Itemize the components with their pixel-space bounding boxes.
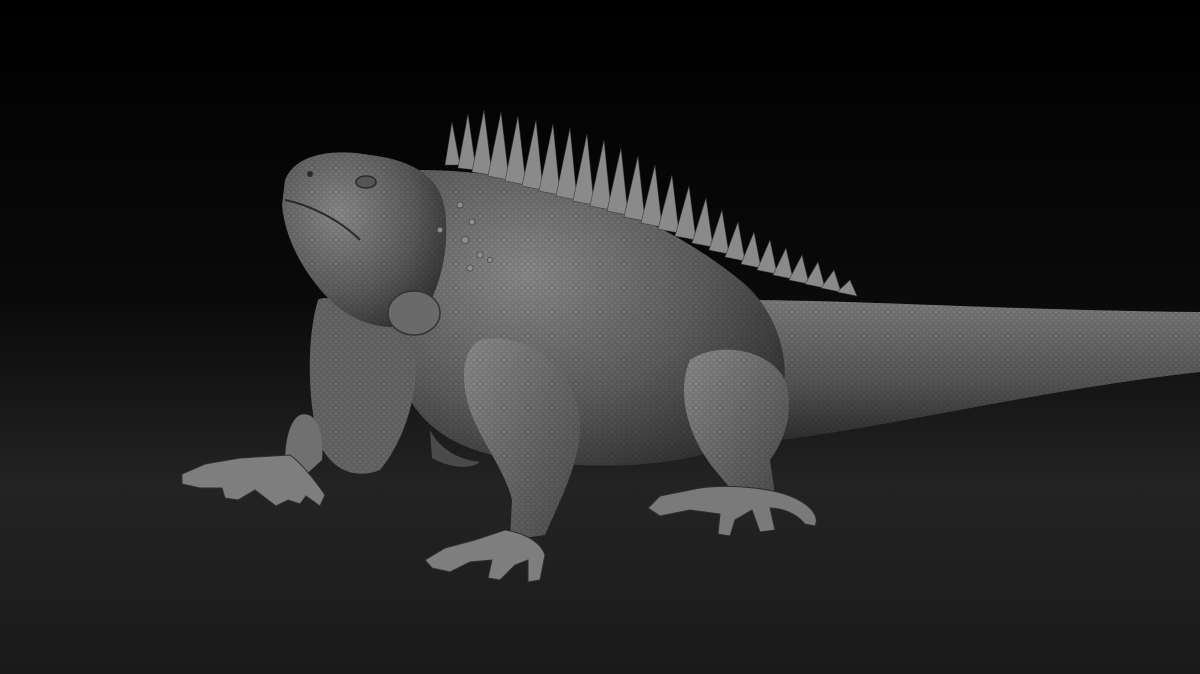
nostril (307, 171, 313, 177)
subtympanic-shield (387, 290, 441, 336)
eye (355, 175, 377, 189)
sculpt-viewport (0, 0, 1200, 674)
iguana-render (0, 0, 1200, 674)
